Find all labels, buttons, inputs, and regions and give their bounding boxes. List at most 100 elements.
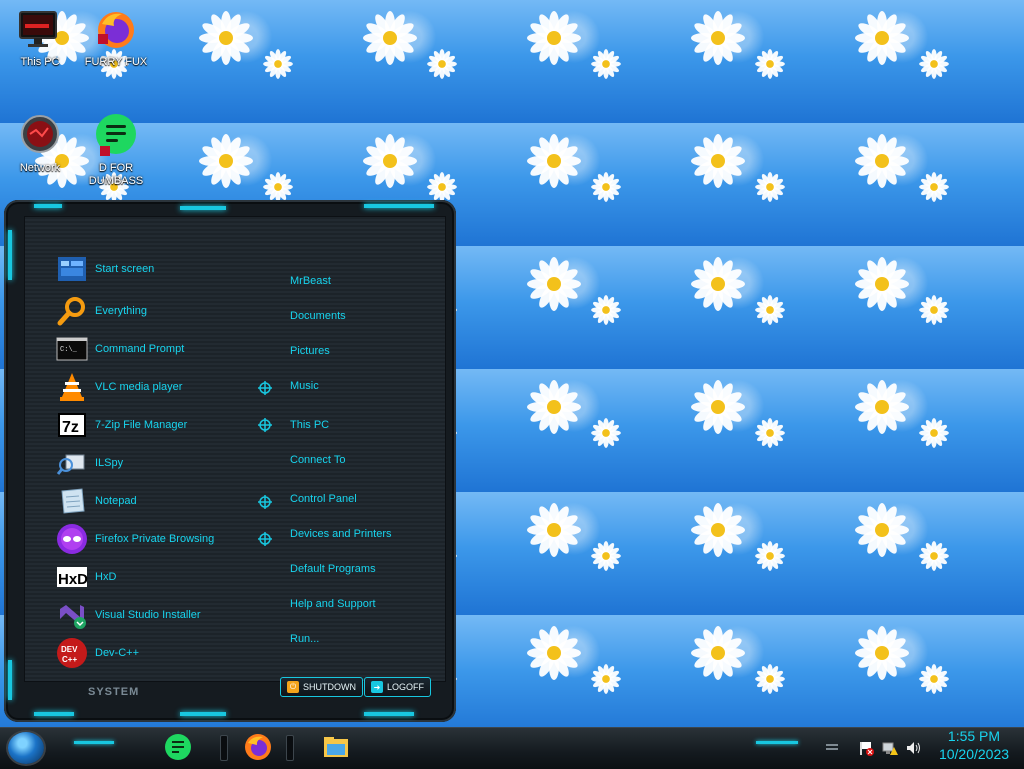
submenu-arrow-icon[interactable] — [258, 418, 272, 432]
daisy-flower — [918, 294, 951, 327]
start-app-command-prompt[interactable]: C:\_ Command Prompt — [56, 333, 184, 365]
taskbar-firefox-button[interactable] — [240, 731, 276, 763]
spotify-style-icon — [92, 112, 140, 160]
start-app-everything[interactable]: Everything — [56, 295, 147, 327]
daisy-flower — [524, 377, 584, 437]
daisy-flower — [852, 623, 912, 683]
start-place-default-programs[interactable]: Default Programs — [290, 563, 376, 579]
desktop-icon-this-pc[interactable]: This PC — [4, 6, 76, 69]
taskbar-accent — [74, 741, 114, 744]
daisy-flower — [688, 8, 748, 68]
folder-icon — [324, 737, 348, 757]
daisy-flower — [590, 663, 623, 696]
daisy-flower — [754, 171, 787, 204]
app-label: VLC media player — [95, 381, 183, 393]
start-place-connect-to[interactable]: Connect To — [290, 454, 345, 470]
start-app-7zip[interactable]: 7z 7-Zip File Manager — [56, 409, 187, 441]
spotify-style-icon — [165, 734, 191, 760]
start-place-run[interactable]: Run... — [290, 633, 319, 649]
system-label: SYSTEM — [88, 686, 140, 698]
daisy-flower — [852, 377, 912, 437]
start-place-this-pc[interactable]: This PC — [290, 419, 329, 435]
taskbar-file-explorer-button[interactable] — [318, 731, 354, 763]
svg-text:HxD: HxD — [58, 571, 88, 588]
devcpp-icon: DEV C++ — [56, 637, 88, 669]
daisy-flower — [918, 417, 951, 450]
daisy-flower — [524, 254, 584, 314]
start-place-music[interactable]: Music — [290, 380, 319, 396]
start-app-hxd[interactable]: HxD HxD — [56, 561, 116, 593]
start-menu-accent — [364, 712, 414, 716]
daisy-flower — [852, 254, 912, 314]
app-label: Everything — [95, 305, 147, 317]
start-place-help-and-support[interactable]: Help and Support — [290, 598, 376, 614]
terminal-icon: C:\_ — [56, 333, 88, 365]
submenu-arrow-icon[interactable] — [258, 495, 272, 509]
power-icon: ⏻ — [287, 681, 299, 693]
desktop-icon-furry-fux[interactable]: FURRY FUX — [80, 6, 152, 69]
start-place-pictures[interactable]: Pictures — [290, 345, 330, 361]
app-label: Command Prompt — [95, 343, 185, 355]
daisy-flower — [524, 623, 584, 683]
logoff-button[interactable]: ➜ LOGOFF — [364, 677, 432, 697]
firefox-icon — [245, 734, 271, 760]
start-app-visual-studio-installer[interactable]: Visual Studio Installer — [56, 599, 201, 631]
desktop-icon-network[interactable]: Network — [4, 112, 76, 175]
taskbar-separator — [286, 735, 294, 761]
start-place-control-panel[interactable]: Control Panel — [290, 493, 357, 509]
daisy-flower — [262, 48, 295, 81]
app-label: Visual Studio Installer — [95, 609, 201, 621]
start-app-start-screen[interactable]: Start screen — [56, 253, 154, 285]
network-icon — [16, 112, 64, 160]
logoff-icon: ➜ — [371, 681, 383, 693]
daisy-flower — [754, 294, 787, 327]
start-app-vlc-media-player[interactable]: VLC media player — [56, 371, 182, 403]
daisy-flower — [688, 131, 748, 191]
daisy-flower — [524, 8, 584, 68]
daisy-flower — [590, 417, 623, 450]
daisy-flower — [426, 48, 459, 81]
submenu-arrow-icon[interactable] — [258, 532, 272, 546]
start-place-documents[interactable]: Documents — [290, 310, 346, 326]
start-app-firefox-private-browsing[interactable]: Firefox Private Browsing — [56, 523, 214, 555]
taskbar-spotify-button[interactable] — [160, 731, 196, 763]
app-label: Dev-C++ — [95, 647, 140, 659]
app-label: Start screen — [95, 263, 155, 275]
svg-text:7z: 7z — [62, 419, 79, 436]
daisy-flower — [918, 171, 951, 204]
clock-date[interactable]: 10/20/2023 — [928, 746, 1020, 762]
desktop-icon-d-for-dumbass[interactable]: D FOR DUMBASS — [80, 112, 152, 188]
app-label: ILSpy — [95, 457, 124, 469]
submenu-arrow-icon[interactable] — [258, 381, 272, 395]
firefox-icon — [92, 6, 140, 54]
desktop-icon-label: D FOR DUMBASS — [88, 162, 144, 187]
shutdown-button[interactable]: ⏻ SHUTDOWN — [280, 677, 363, 697]
start-app-ilspy[interactable]: ILSpy — [56, 447, 123, 479]
start-place-mrbeast[interactable]: MrBeast — [290, 275, 331, 291]
start-button[interactable] — [8, 732, 44, 764]
daisy-flower — [918, 540, 951, 573]
start-menu-accent — [364, 204, 434, 208]
taskbar-separator — [220, 735, 228, 761]
start-menu-accent — [8, 230, 12, 280]
app-label: Firefox Private Browsing — [95, 533, 215, 545]
daisy-flower — [262, 171, 295, 204]
daisy-flower — [754, 417, 787, 450]
clock-time[interactable]: 1:55 PM — [932, 728, 1016, 744]
start-app-notepad[interactable]: Notepad — [56, 485, 137, 517]
start-app-dev-cpp[interactable]: DEV C++ Dev-C++ — [56, 637, 139, 669]
7zip-icon: 7z — [56, 409, 88, 441]
volume-icon[interactable] — [905, 740, 921, 756]
vlc-cone-icon — [56, 371, 88, 403]
start-menu-accent — [180, 712, 226, 716]
start-place-devices-and-printers[interactable]: Devices and Printers — [290, 528, 392, 544]
network-warning-icon[interactable] — [882, 740, 898, 756]
daisy-flower — [590, 294, 623, 327]
action-center-flag-icon[interactable] — [858, 740, 874, 756]
start-menu-accent — [8, 660, 12, 700]
logoff-label: LOGOFF — [387, 682, 425, 692]
daisy-flower — [688, 500, 748, 560]
daisy-flower — [688, 377, 748, 437]
show-hidden-icons-icon[interactable] — [824, 740, 840, 756]
svg-text:C:\_: C:\_ — [60, 346, 78, 354]
